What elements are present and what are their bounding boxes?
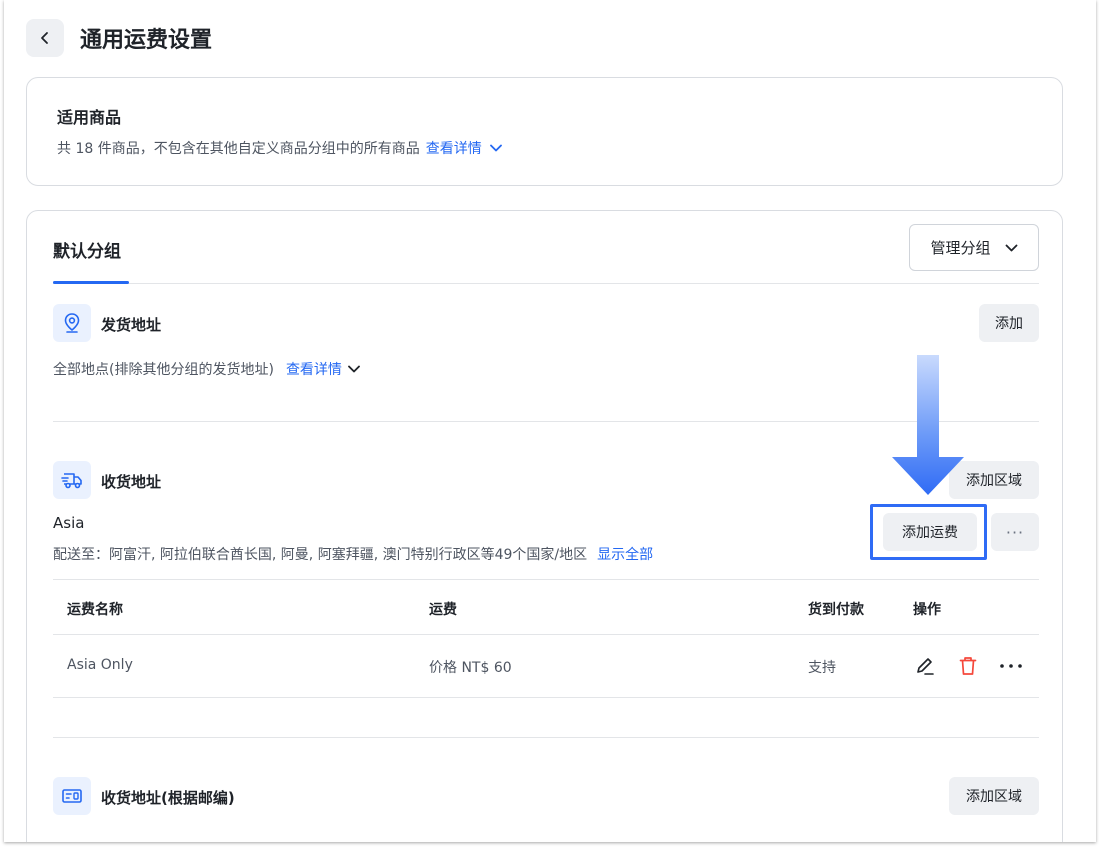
show-all-link[interactable]: 显示全部 <box>597 547 653 563</box>
applicable-products-card: 适用商品 共 18 件商品，不包含在其他自定义商品分组中的所有商品 查看详情 <box>26 77 1063 186</box>
tab-divider <box>53 283 1039 284</box>
table-header-cod: 货到付款 <box>808 602 864 618</box>
region-description: 配送至：阿富汗, 阿拉伯联合酋长国, 阿曼, 阿塞拜疆, 澳门特别行政区等49个… <box>53 544 653 564</box>
truck-icon <box>53 461 91 499</box>
arrow-down-icon <box>892 355 964 495</box>
ship-to-postal-title: 收货地址(根据邮编) <box>101 789 235 807</box>
tab-default-group[interactable]: 默认分组 <box>53 237 121 262</box>
chevron-down-icon <box>1005 244 1017 251</box>
products-title: 适用商品 <box>57 108 122 127</box>
region-name: Asia <box>53 514 85 532</box>
page-header: 通用运费设置 <box>26 19 212 57</box>
ship-from-title: 发货地址 <box>101 316 162 334</box>
ship-to-title: 收货地址 <box>101 473 162 491</box>
location-pin-icon <box>53 304 91 342</box>
add-shipping-fee-button[interactable]: 添加运费 <box>883 513 977 551</box>
trash-icon[interactable] <box>956 654 980 678</box>
ship-from-details-link[interactable]: 查看详情 <box>286 359 360 379</box>
region-more-button[interactable]: ··· <box>991 513 1039 551</box>
table-top-divider <box>53 579 1039 580</box>
page-title: 通用运费设置 <box>80 28 213 53</box>
row-cod-status: 支持 <box>808 660 836 676</box>
back-button[interactable] <box>26 19 64 57</box>
row-fee-price: 价格 NT$ 60 <box>429 660 512 676</box>
region-description-text: 配送至：阿富汗, 阿拉伯联合酋长国, 阿曼, 阿塞拜疆, 澳门特别行政区等49个… <box>53 547 588 563</box>
more-icon[interactable] <box>999 654 1023 678</box>
default-group-card: 默认分组 管理分组 发货地址 添加 全部地点(排除其他分组的发货地址) 查看详情 <box>26 210 1063 842</box>
products-description: 共 18 件商品，不包含在其他自定义商品分组中的所有商品 查看详情 <box>57 138 502 158</box>
table-bottom-divider <box>53 697 1039 698</box>
ship-from-details-link-label: 查看详情 <box>285 362 342 378</box>
page-frame: 通用运费设置 适用商品 共 18 件商品，不包含在其他自定义商品分组中的所有商品… <box>4 0 1096 842</box>
ship-from-description-text: 全部地点(排除其他分组的发货地址) <box>53 362 274 378</box>
add-ship-from-button[interactable]: 添加 <box>979 304 1039 342</box>
products-details-link-label: 查看详情 <box>425 141 482 157</box>
products-details-link[interactable]: 查看详情 <box>426 138 502 158</box>
section-divider <box>53 737 1039 738</box>
edit-icon[interactable] <box>913 654 937 678</box>
table-header-actions: 操作 <box>913 602 941 618</box>
products-description-text: 共 18 件商品，不包含在其他自定义商品分组中的所有商品 <box>57 141 420 157</box>
table-header-divider <box>53 634 1039 635</box>
manage-groups-label: 管理分组 <box>930 239 991 257</box>
table-header-fee: 运费 <box>429 602 457 618</box>
manage-groups-dropdown[interactable]: 管理分组 <box>909 224 1039 271</box>
table-header-name: 运费名称 <box>67 602 123 618</box>
tab-active-indicator <box>53 281 129 284</box>
ship-from-description: 全部地点(排除其他分组的发货地址) 查看详情 <box>53 359 360 379</box>
chevron-down-icon <box>348 365 360 373</box>
row-fee-name: Asia Only <box>67 657 133 673</box>
chevron-down-icon <box>489 144 502 152</box>
add-postal-region-button[interactable]: 添加区域 <box>949 777 1039 815</box>
postal-card-icon <box>53 777 91 815</box>
chevron-left-icon <box>41 32 48 44</box>
